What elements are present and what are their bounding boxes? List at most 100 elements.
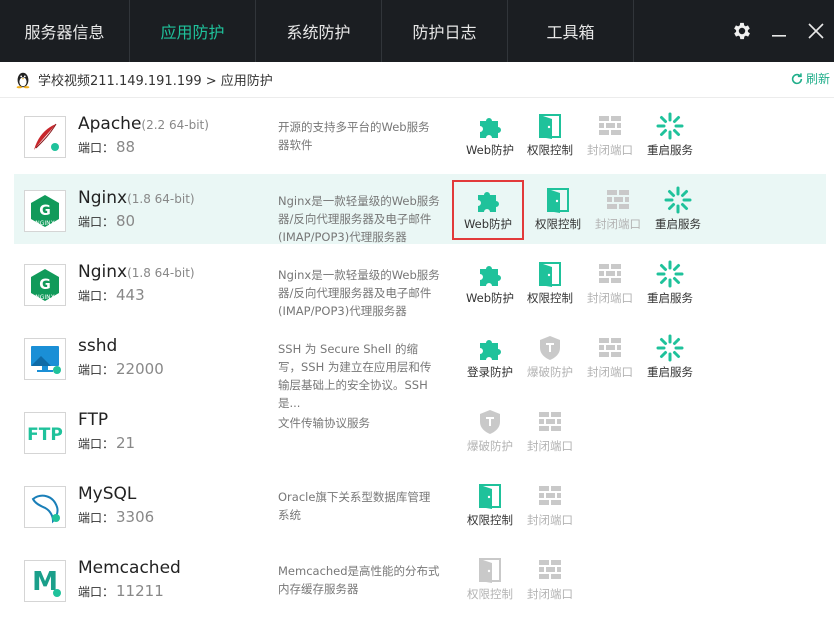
tab-system-protection[interactable]: 系统防护: [256, 0, 382, 62]
brick-wall-icon: [599, 264, 621, 283]
restart-service-button[interactable]: 重启服务: [640, 108, 700, 164]
web-protection-button[interactable]: Web防护: [460, 256, 520, 312]
window-controls: [723, 0, 834, 62]
brute-force-protection-button[interactable]: 爆破防护: [460, 404, 520, 460]
monitor-icon: [24, 338, 66, 380]
service-name: sshd: [78, 336, 118, 356]
svg-text:NGINX: NGINX: [35, 220, 55, 227]
door-icon: [547, 188, 569, 213]
permission-control-button[interactable]: 权限控制: [520, 108, 580, 164]
brick-wall-icon: [539, 486, 561, 505]
service-name: Nginx(1.8 64-bit): [78, 262, 195, 282]
service-row-nginx-80: G NGINX Nginx(1.8 64-bit) 端口： 80 Nginx是一款轻…: [14, 174, 826, 244]
service-description: Oracle旗下关系型数据库管理系统: [278, 490, 431, 522]
spinner-icon: [664, 186, 692, 214]
service-actions: 权限控制 封闭端口: [460, 478, 580, 534]
service-row-apache: Apache(2.2 64-bit) 端口： 88 开源的支持多平台的Web服务器…: [14, 100, 826, 170]
service-description: 开源的支持多平台的Web服务器软件: [278, 120, 430, 152]
permission-control-button[interactable]: 权限控制: [520, 256, 580, 312]
service-port: 端口： 22000: [78, 360, 164, 378]
web-protection-button[interactable]: Web防护: [460, 108, 520, 164]
puzzle-icon: [480, 266, 501, 286]
breadcrumb-path: 学校视频211.149.191.199 > 应用防护: [38, 74, 273, 89]
service-row-mysql: MySQL 端口： 3306 Oracle旗下关系型数据库管理系统 权限控制 封闭…: [14, 470, 826, 540]
brick-wall-icon: [539, 412, 561, 431]
brick-wall-icon: [607, 190, 629, 209]
service-port: 端口： 3306: [78, 508, 155, 526]
svg-text:G: G: [39, 203, 51, 219]
apache-feather-icon: [24, 116, 66, 158]
door-icon: [479, 558, 501, 583]
spinner-icon: [656, 334, 684, 362]
close-port-button[interactable]: 封闭端口: [580, 108, 640, 164]
service-row-ftp: FTP FTP 端口： 21 文件传输协议服务 爆破防护 封闭端口: [14, 396, 826, 466]
close-icon[interactable]: [797, 0, 834, 62]
permission-control-button[interactable]: 权限控制: [460, 552, 520, 608]
restart-service-button[interactable]: 重启服务: [640, 330, 700, 386]
brute-force-protection-button[interactable]: 爆破防护: [520, 330, 580, 386]
memcached-icon: M: [24, 560, 66, 602]
restart-service-button[interactable]: 重启服务: [640, 256, 700, 312]
gear-icon[interactable]: [723, 0, 760, 62]
brick-wall-icon: [539, 560, 561, 579]
service-actions: Web防护 权限控制 封闭端口 重启服务: [460, 256, 700, 312]
service-port: 端口： 80: [78, 212, 136, 230]
service-description: Nginx是一款轻量级的Web服务器/反向代理服务器及电子邮件(IMAP/POP…: [278, 268, 440, 318]
refresh-icon: [791, 72, 803, 84]
close-port-button[interactable]: 封闭端口: [520, 404, 580, 460]
shield-icon: [480, 410, 500, 434]
web-protection-button[interactable]: Web防护: [452, 180, 524, 240]
spinner-icon: [656, 260, 684, 288]
tab-server-info[interactable]: 服务器信息: [0, 0, 130, 62]
close-port-button[interactable]: 封闭端口: [520, 478, 580, 534]
service-row-nginx-443: G NGINX Nginx(1.8 64-bit) 端口： 443 Nginx是一款…: [14, 248, 826, 318]
linux-penguin-icon: [16, 72, 30, 88]
service-actions: Web防护 权限控制 封闭端口 重启服务: [460, 108, 700, 164]
service-actions: 登录防护 爆破防护 封闭端口 重启服务: [460, 330, 700, 386]
permission-control-button[interactable]: 权限控制: [460, 478, 520, 534]
nginx-icon: G NGINX: [24, 264, 66, 306]
close-port-button[interactable]: 封闭端口: [580, 256, 640, 312]
permission-control-button[interactable]: 权限控制: [528, 182, 588, 238]
service-actions: 权限控制 封闭端口: [460, 552, 580, 608]
top-nav: 服务器信息 应用防护 系统防护 防护日志 工具箱: [0, 0, 834, 62]
brick-wall-icon: [599, 338, 621, 357]
service-row-sshd: sshd 端口： 22000 SSH 为 Secure Shell 的缩写，SSH…: [14, 322, 826, 410]
shield-icon: [540, 336, 560, 360]
service-actions: 爆破防护 封闭端口: [460, 404, 580, 460]
puzzle-icon: [480, 340, 501, 360]
service-actions: Web防护 权限控制 封闭端口 重启服务: [452, 180, 708, 240]
minimize-icon[interactable]: [760, 0, 797, 62]
door-icon: [479, 484, 501, 509]
puzzle-icon: [480, 118, 501, 138]
close-port-button[interactable]: 封闭端口: [580, 330, 640, 386]
service-name: Nginx(1.8 64-bit): [78, 188, 195, 208]
service-name: MySQL: [78, 484, 137, 504]
tab-app-protection[interactable]: 应用防护: [130, 0, 256, 62]
breadcrumb: 学校视频211.149.191.199 > 应用防护 刷新: [0, 62, 834, 98]
service-description: 文件传输协议服务: [278, 416, 370, 430]
close-port-button[interactable]: 封闭端口: [520, 552, 580, 608]
refresh-button[interactable]: 刷新: [790, 70, 830, 87]
puzzle-icon: [478, 192, 499, 212]
service-name: FTP: [78, 410, 109, 430]
service-name: Apache(2.2 64-bit): [78, 114, 209, 134]
spinner-icon: [656, 112, 684, 140]
login-protection-button[interactable]: 登录防护: [460, 330, 520, 386]
door-icon: [539, 114, 561, 139]
close-port-button[interactable]: 封闭端口: [588, 182, 648, 238]
svg-text:FTP: FTP: [27, 425, 63, 445]
service-port: 端口： 443: [78, 286, 145, 304]
svg-text:G: G: [39, 277, 51, 293]
door-icon: [539, 262, 561, 287]
brick-wall-icon: [599, 116, 621, 135]
service-description: Memcached是高性能的分布式内存缓存服务器: [278, 564, 440, 596]
tab-protection-log[interactable]: 防护日志: [382, 0, 508, 62]
tab-toolbox[interactable]: 工具箱: [508, 0, 634, 62]
ftp-icon: FTP: [24, 412, 66, 454]
restart-service-button[interactable]: 重启服务: [648, 182, 708, 238]
nginx-icon: G NGINX: [24, 190, 66, 232]
service-port: 端口： 88: [78, 138, 136, 156]
svg-text:NGINX: NGINX: [35, 294, 55, 301]
service-row-memcached: M Memcached 端口： 11211 Memcached是高性能的分布式内存…: [14, 544, 826, 614]
